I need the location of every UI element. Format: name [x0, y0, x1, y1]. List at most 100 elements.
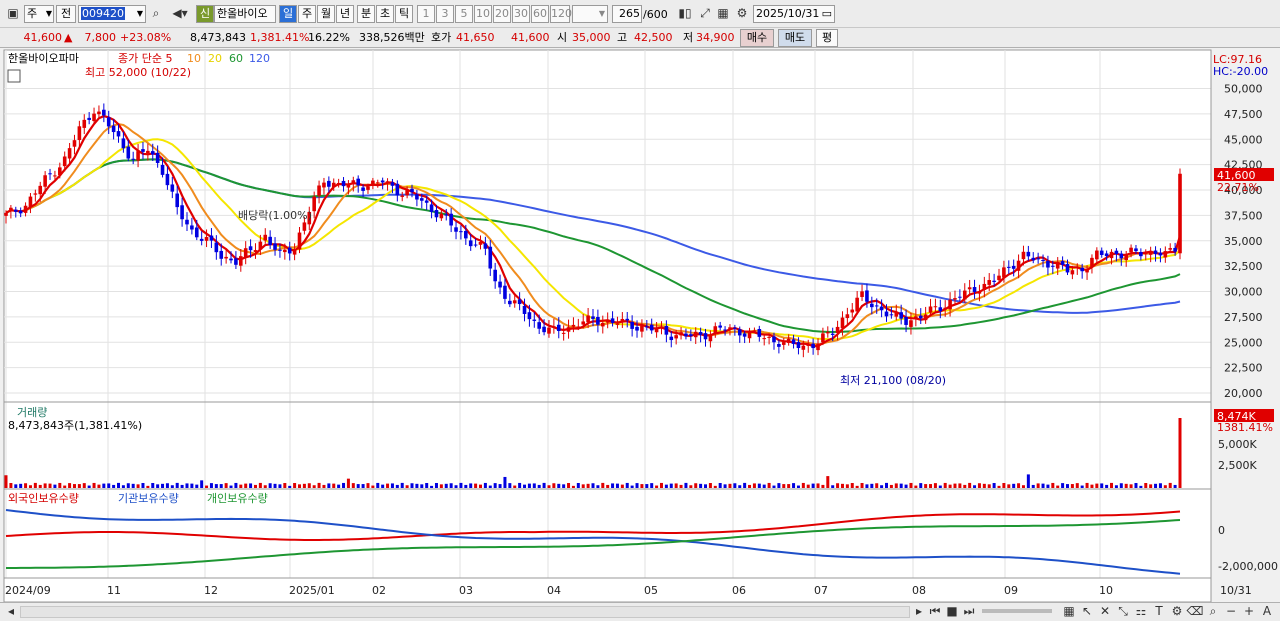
volume-bar [503, 476, 507, 488]
candle-body [327, 180, 331, 187]
volume-bar [537, 484, 541, 488]
interval-3[interactable]: 3 [436, 5, 454, 23]
volume-bar [1095, 483, 1099, 488]
chart-scroll-bar: ◂ ▸ ⏮ ■ ⏭ ▦ ↖ ✕ ⤡ ⚏ T ⚙ ⌫ ⌕ − + A [0, 602, 1280, 621]
volume-bar [669, 483, 673, 488]
average-button[interactable]: 평 [816, 29, 838, 47]
volume-bar [68, 483, 72, 488]
interval-30[interactable]: 30 [512, 5, 530, 23]
interval-60[interactable]: 60 [531, 5, 549, 23]
fibo-icon[interactable]: ⚏ [1132, 603, 1150, 620]
ask-label: 호가 [431, 31, 452, 44]
search-icon[interactable]: ⌕ [147, 5, 165, 23]
text-tool-icon[interactable]: T [1150, 603, 1168, 620]
zoom-in-icon[interactable]: + [1240, 603, 1258, 620]
ma60-label: 60 [229, 52, 243, 65]
settings-gear-icon[interactable]: ⚙ [733, 5, 751, 23]
candle-body [239, 256, 243, 266]
high-price: 42,500 [634, 31, 673, 44]
interval-120[interactable]: 120 [550, 5, 572, 23]
line-tool-icon[interactable]: ↖ [1078, 603, 1096, 620]
candle-body [679, 332, 683, 336]
stop-icon[interactable]: ■ [943, 603, 961, 620]
volume-bar [689, 485, 693, 488]
zoom-slider[interactable] [982, 609, 1052, 613]
scroll-left-icon[interactable]: ◂ [2, 603, 20, 620]
volume-bar [185, 483, 189, 488]
volume-bar [43, 483, 47, 488]
volume-bar [1129, 484, 1133, 488]
delete-tool-icon[interactable]: ⌫ [1186, 603, 1204, 620]
volume-bar [787, 484, 791, 488]
candle-body [512, 300, 517, 304]
period-year[interactable]: 년 [336, 5, 354, 23]
period-minute[interactable]: 분 [357, 5, 375, 23]
fast-forward-icon[interactable]: ⏭ [960, 603, 978, 620]
scroll-track[interactable] [20, 606, 910, 618]
data-count-input[interactable]: 265 [612, 5, 642, 23]
volume-bar [567, 483, 571, 488]
x-tick-label: 11 [107, 584, 121, 597]
interval-20[interactable]: 20 [493, 5, 511, 23]
date-input[interactable]: 2025/10/31 ▭ [753, 5, 835, 23]
grid-toggle-icon[interactable]: ▦ [1060, 603, 1078, 620]
interval-10[interactable]: 10 [474, 5, 492, 23]
price-chart[interactable]: 50,00047,50045,00042,50040,00037,50035,0… [0, 48, 1280, 604]
candle-body [302, 222, 307, 231]
volume-bar [586, 483, 590, 488]
candle-body [366, 186, 370, 190]
period-day[interactable]: 일 [279, 5, 297, 23]
volume-bar [478, 484, 482, 488]
auto-scale-icon[interactable]: A [1258, 603, 1276, 620]
volume-bar [1124, 483, 1128, 488]
x-tick-label: 2024/09 [5, 584, 51, 597]
x-tick-label: 2025/01 [289, 584, 335, 597]
volume-bar [141, 483, 145, 488]
candle-body [571, 324, 576, 327]
draw-tool-icon[interactable]: ⤢ [696, 5, 714, 23]
window-icon[interactable]: ▣ [4, 5, 22, 23]
volume-bar [498, 484, 502, 488]
table-view-icon[interactable] [7, 69, 21, 83]
candle-body [1114, 250, 1119, 255]
volume-bar [752, 483, 756, 488]
buy-button[interactable]: 매수 [740, 29, 774, 47]
candle-body [67, 148, 72, 159]
market-select[interactable]: 주 ▼ [24, 5, 54, 23]
volume-bar [405, 485, 409, 488]
candle-body [336, 182, 341, 185]
volume-bar [420, 484, 424, 488]
save-icon[interactable]: ▦ [714, 5, 732, 23]
candle-body [160, 164, 165, 175]
high-marker: 최고 52,000 (10/22) [85, 66, 191, 79]
volume-bar [938, 485, 942, 488]
settings-icon[interactable]: ⚙ [1168, 603, 1186, 620]
rewind-icon[interactable]: ⏮ [926, 603, 944, 620]
volume-bar [704, 484, 708, 488]
candle-body [449, 213, 453, 226]
interval-custom-select[interactable]: ▼ [572, 5, 608, 23]
volume-bar [346, 478, 350, 488]
period-tick[interactable]: 틱 [395, 5, 413, 23]
candle-body [317, 185, 321, 196]
candle-body [268, 236, 272, 245]
candle-type-icon[interactable]: ▮▯ [676, 5, 694, 23]
period-month[interactable]: 월 [317, 5, 335, 23]
period-second[interactable]: 초 [376, 5, 394, 23]
interval-5[interactable]: 5 [455, 5, 473, 23]
sell-button[interactable]: 매도 [778, 29, 812, 47]
trend-icon[interactable]: ⤡ [1114, 603, 1132, 620]
cross-icon[interactable]: ✕ [1096, 603, 1114, 620]
candle-body [654, 327, 659, 333]
interval-1[interactable]: 1 [417, 5, 435, 23]
period-week[interactable]: 주 [298, 5, 316, 23]
stock-code-input[interactable]: 009420 ▼ [78, 5, 146, 23]
speaker-icon[interactable]: ◀▾ [167, 5, 193, 23]
zoom-out-icon[interactable]: − [1222, 603, 1240, 620]
volume-bar [239, 484, 243, 488]
candle-body [454, 227, 458, 232]
candle-body [48, 173, 52, 175]
magnify-icon[interactable]: ⌕ [1204, 603, 1222, 620]
all-select[interactable]: 전 [56, 5, 76, 23]
volume-bar [1041, 483, 1045, 488]
